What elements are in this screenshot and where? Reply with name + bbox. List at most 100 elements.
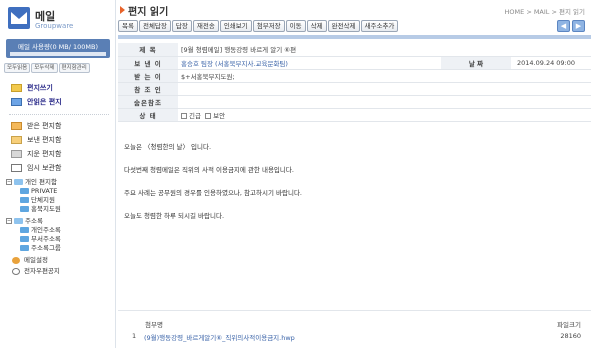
mail-usage: 메일 사용량(0 MB/ 100MB)	[6, 39, 110, 58]
cc-label: 참 조 인	[118, 82, 178, 96]
menu-divider	[9, 109, 109, 115]
mail-menu: 편지쓰기 안읽은 편지 받은 편지함 보낸 편지함 지운 편지함 임시 보관함	[9, 81, 113, 175]
add-address-button[interactable]: 새주소추가	[360, 20, 399, 32]
mail-settings-label: 메일설정	[24, 256, 48, 264]
tree-address[interactable]: − 주소록	[6, 217, 114, 226]
message-navigation: ◀ ▶	[555, 20, 585, 32]
attachments-header: 첨부명 파일크기	[118, 319, 591, 329]
subject-label: 제 목	[118, 43, 178, 57]
status-value: 긴급 보안	[178, 108, 591, 122]
menu-compose[interactable]: 편지쓰기	[9, 81, 113, 95]
folder-icon	[20, 206, 29, 212]
email-notice-label: 전자우편공지	[24, 267, 60, 275]
from-value: 홍승호 팀장 (서홍북부지사.교육문화팀)	[178, 56, 441, 70]
to-value: $+서홍북부지도원;	[178, 69, 591, 83]
status-row: 상 태 긴급 보안	[118, 108, 591, 122]
drafts-icon	[11, 164, 22, 172]
tree-personal-label: 개인 편지함	[25, 178, 57, 186]
mail-logo[interactable]: 메일 Groupware	[6, 6, 110, 36]
to-label: 받 는 이	[118, 69, 178, 83]
tree-item[interactable]: 주소록그룹	[6, 244, 114, 253]
mail-settings-link[interactable]: 메일설정	[12, 255, 60, 266]
collapse-icon[interactable]: −	[6, 218, 12, 224]
menu-compose-label: 편지쓰기	[27, 84, 53, 92]
attachment-link[interactable]: (9월)행동강령_바르게알기⑥_직위의사적이용금지.hwp	[144, 332, 295, 342]
from-row: 보 낸 이 홍승호 팀장 (서홍북부지사.교육문화팀) 날 짜 2014.09.…	[118, 56, 591, 70]
subject-value: [9월 청렴메일] 행동강령 바르게 알기 ⑥편	[178, 43, 591, 57]
folder-icon	[20, 227, 29, 233]
resend-button[interactable]: 재전송	[192, 20, 219, 32]
prev-message-icon[interactable]: ◀	[557, 20, 570, 32]
next-message-icon[interactable]: ▶	[572, 20, 585, 32]
menu-drafts[interactable]: 임시 보관함	[9, 161, 113, 175]
delete-button[interactable]: 삭제	[306, 20, 327, 32]
secure-checkbox[interactable]	[205, 112, 212, 119]
tree-item[interactable]: 단체지원	[6, 196, 114, 205]
subject-row: 제 목 [9월 청렴메일] 행동강령 바르게 알기 ⑥편	[118, 43, 591, 57]
folder-icon	[20, 245, 29, 251]
gear-icon	[12, 257, 20, 264]
menu-inbox-label: 받은 편지함	[27, 122, 62, 130]
tree-address-label: 주소록	[25, 217, 43, 225]
message-header: 제 목 [9월 청렴메일] 행동강령 바르게 알기 ⑥편 보 낸 이 홍승호 팀…	[118, 43, 591, 122]
urgent-checkbox[interactable]	[181, 112, 187, 119]
tree-personal[interactable]: − 개인 편지함	[6, 178, 114, 187]
from-label: 보 낸 이	[118, 56, 178, 70]
cc-value	[178, 82, 591, 96]
menu-unread-label: 안읽은 편지	[27, 98, 62, 106]
tree-item[interactable]: 홍북지도원	[6, 205, 114, 214]
menu-sent[interactable]: 보낸 편지함	[9, 133, 113, 147]
manage-folders-button[interactable]: 편지함관리	[58, 63, 90, 73]
move-button[interactable]: 이동	[285, 20, 306, 32]
body-paragraph: 오늘도 청렴한 하루 되시길 바랍니다.	[124, 212, 225, 220]
delete-all-button[interactable]: 모두삭제	[31, 63, 58, 73]
print-view-button[interactable]: 인쇄보기	[219, 20, 252, 32]
menu-inbox[interactable]: 받은 편지함	[9, 119, 113, 133]
title-marker-icon	[120, 6, 125, 14]
tree-item[interactable]: PRIVATE	[6, 187, 114, 196]
sidebar: 메일 Groupware 메일 사용량(0 MB/ 100MB) 모두읽음 모두삭…	[0, 0, 116, 348]
tree-item-label: 주소록그룹	[31, 244, 61, 252]
save-attachment-button[interactable]: 첨부저장	[252, 20, 285, 32]
menu-sent-label: 보낸 편지함	[27, 136, 62, 144]
page-title: 편지 읽기	[128, 7, 169, 18]
folder-icon	[20, 197, 29, 203]
menu-trash[interactable]: 지운 편지함	[9, 147, 113, 161]
permanent-delete-button[interactable]: 완전삭제	[327, 20, 360, 32]
inbox-icon	[11, 122, 22, 130]
menu-trash-label: 지운 편지함	[27, 150, 62, 158]
folder-open-icon	[14, 179, 23, 185]
tree-item-label: 개인주소록	[31, 226, 61, 234]
email-notice-link[interactable]: 전자우편공지	[12, 266, 60, 277]
sender-link[interactable]: 홍승호 팀장 (서홍북부지사.교육문화팀)	[181, 60, 288, 68]
mark-all-read-button[interactable]: 모두읽음	[4, 63, 31, 73]
tree-item-label: 홍북지도원	[31, 205, 61, 213]
bcc-row: 숨은참조	[118, 95, 591, 109]
settings-links: 메일설정 전자우편공지	[12, 255, 60, 277]
tree-item-label: 단체지원	[31, 196, 55, 204]
list-button[interactable]: 목록	[118, 20, 138, 32]
tree-item[interactable]: 부서주소록	[6, 235, 114, 244]
collapse-icon[interactable]: −	[6, 179, 12, 185]
bcc-label: 숨은참조	[118, 95, 178, 109]
tree-item[interactable]: 개인주소록	[6, 226, 114, 235]
envelope-icon	[8, 7, 30, 29]
body-paragraph: 주요 사례는 공무원의 경우를 인용하였으나, 참고하시기 바랍니다.	[124, 189, 302, 197]
date-value: 2014.09.24 09:00	[511, 56, 591, 70]
folder-icon	[20, 236, 29, 242]
folder-open-icon	[14, 218, 23, 224]
attachment-number: 1	[132, 332, 137, 340]
body-paragraph: 오늘은 〈청렴한의 날〉 입니다.	[124, 143, 212, 151]
to-row: 받 는 이 $+서홍북부지도원;	[118, 69, 591, 83]
bcc-value	[178, 95, 591, 109]
reply-all-button[interactable]: 전체답장	[138, 20, 171, 32]
title-bar: 편지 읽기 HOME > MAIL > 편지 읽기	[118, 3, 591, 18]
breadcrumb[interactable]: HOME > MAIL > 편지 읽기	[505, 6, 585, 16]
reply-button[interactable]: 답장	[171, 20, 192, 32]
menu-unread[interactable]: 안읽은 편지	[9, 95, 113, 109]
status-label: 상 태	[118, 108, 178, 122]
mailbox-actions: 모두읽음 모두삭제 편지함관리	[4, 62, 91, 73]
attachment-name-header: 첨부명	[145, 321, 163, 329]
trash-icon	[11, 150, 22, 158]
main-content: 편지 읽기 HOME > MAIL > 편지 읽기 목록 전체답장 답장 재전송 인쇄보…	[118, 0, 591, 348]
